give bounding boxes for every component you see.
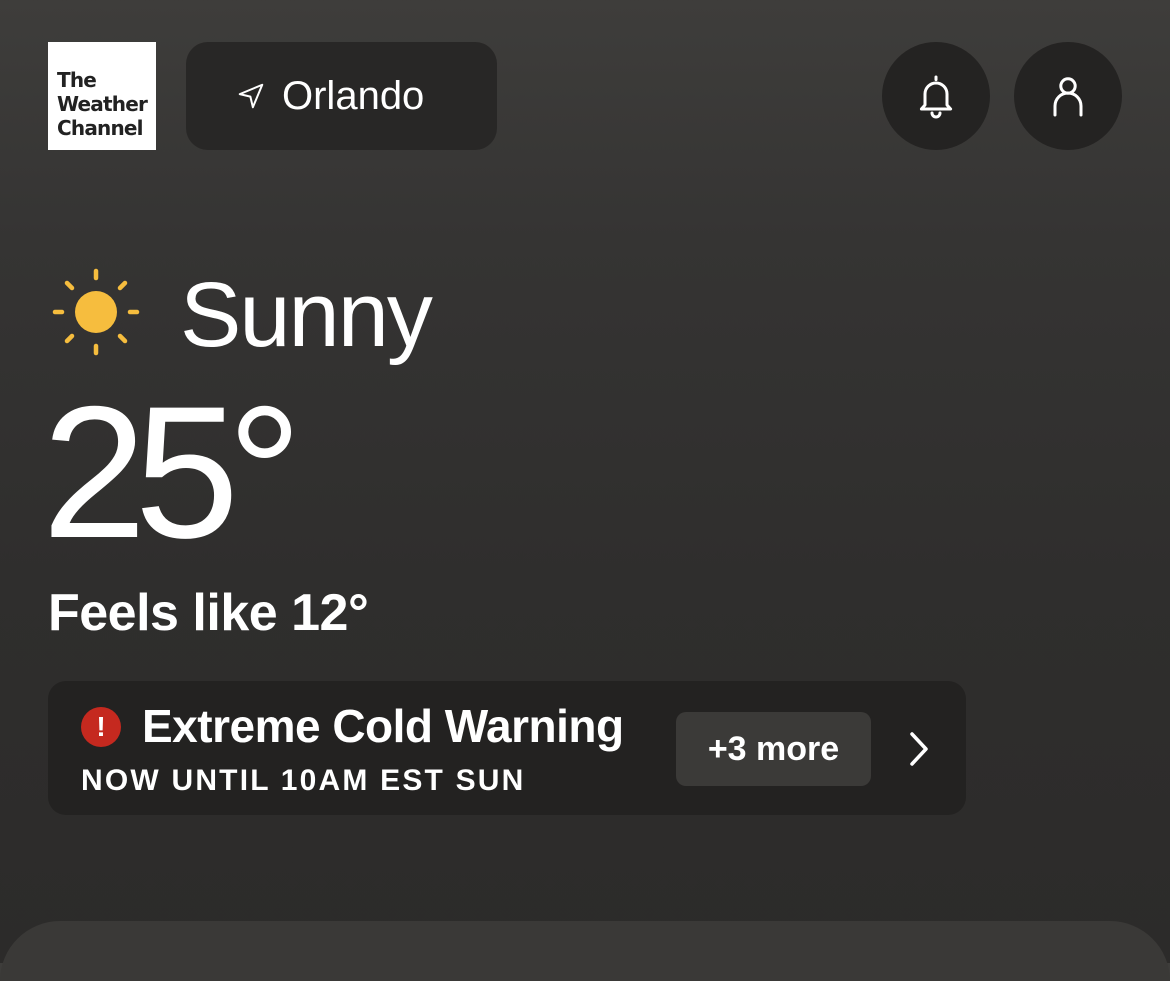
navigation-arrow-icon — [238, 83, 264, 109]
bell-icon — [919, 75, 953, 119]
notifications-button[interactable] — [882, 42, 990, 150]
more-alerts-button[interactable]: +3 more — [676, 712, 871, 786]
current-temperature: 25° — [42, 367, 302, 577]
profile-button[interactable] — [1014, 42, 1122, 150]
person-icon — [1053, 77, 1083, 117]
weather-condition: Sunny — [180, 264, 433, 366]
alert-time-range: NOW UNTIL 10AM EST SUN — [81, 764, 526, 797]
logo-line-2: Weather — [57, 92, 148, 116]
logo-line-3: Channel — [57, 116, 144, 140]
weather-channel-logo[interactable]: The Weather Channel — [48, 42, 156, 150]
feels-like-temperature: Feels like 12° — [48, 584, 369, 642]
bottom-sheet[interactable] — [0, 921, 1170, 981]
alert-title: Extreme Cold Warning — [142, 700, 624, 752]
sun-icon — [52, 268, 140, 356]
exclamation-icon: ! — [81, 707, 121, 747]
location-label: Orlando — [282, 73, 425, 118]
logo-line-1: The — [57, 68, 97, 92]
location-button[interactable]: Orlando — [186, 42, 497, 150]
chevron-right-icon[interactable] — [906, 730, 932, 768]
weather-alert-card[interactable]: ! Extreme Cold Warning NOW UNTIL 10AM ES… — [48, 681, 966, 815]
